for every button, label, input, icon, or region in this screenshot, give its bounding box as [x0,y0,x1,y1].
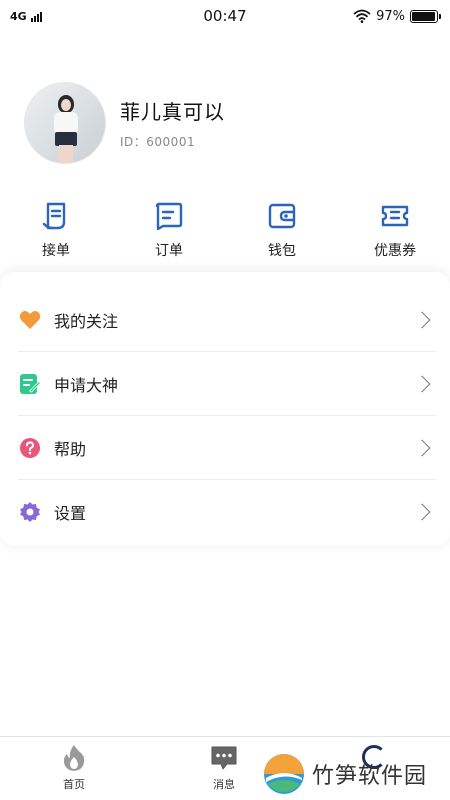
help-icon [18,436,42,460]
menu-item-following[interactable]: 我的关注 [18,288,436,352]
status-right: 97% [353,8,441,24]
heart-icon [18,308,42,332]
watermark-logo-icon [264,754,304,794]
action-orders[interactable]: 订单 [133,200,205,260]
network-type: 4G [10,9,27,23]
action-wallet[interactable]: 钱包 [246,200,318,260]
chevron-right-icon [413,439,431,456]
wallet-icon [268,203,296,229]
menu-label: 帮助 [54,439,87,459]
edit-note-icon [18,372,42,396]
message-icon [211,746,237,770]
battery-percent: 97% [376,8,405,24]
order-receive-icon [42,202,66,230]
action-label: 钱包 [268,243,296,259]
status-left: 4G [10,10,42,23]
battery-icon [410,9,441,23]
settings-gear-icon [18,500,42,524]
coupon-icon [381,205,409,227]
tab-home[interactable]: 首页 [44,743,104,792]
battery-fill [412,11,436,21]
status-bar: 4G 00:47 97% [0,0,450,32]
quick-actions: 接单 订单 钱包 优惠券 [0,200,450,266]
menu-item-apply-master[interactable]: 申请大神 [18,352,436,416]
action-label: 优惠券 [374,243,416,259]
wifi-icon [353,9,371,23]
tab-label: 首页 [63,778,85,791]
watermark-text: 竹笋软件园 [312,764,428,789]
menu-label: 设置 [54,504,87,523]
menu-label: 申请大神 [54,375,119,395]
avatar[interactable] [24,82,106,164]
watermark: 竹笋软件园 [262,752,427,796]
action-accept-order[interactable]: 接单 [20,200,92,260]
menu-label: 我的关注 [54,311,119,331]
profile-info: 菲儿真可以 ID：600001 [120,96,225,150]
order-list-icon [155,202,183,231]
menu-item-help[interactable]: 帮助 [18,416,436,480]
menu-card: 我的关注 申请大神 帮助 设置 [0,272,450,546]
tab-label: 消息 [213,778,235,791]
action-coupons[interactable]: 优惠券 [359,200,431,260]
tab-messages[interactable]: 消息 [194,743,254,792]
chevron-right-icon [413,503,431,521]
chevron-right-icon [413,311,431,328]
signal-icon [30,11,42,22]
action-label: 接单 [42,243,70,259]
profile-header[interactable]: 菲儿真可以 ID：600001 [24,82,225,164]
menu-item-settings[interactable]: 设置 [18,480,436,544]
profile-name: 菲儿真可以 [120,100,225,124]
profile-id: ID：600001 [120,135,196,149]
action-label: 订单 [155,243,183,259]
flame-icon [63,745,85,771]
chevron-right-icon [413,375,431,392]
